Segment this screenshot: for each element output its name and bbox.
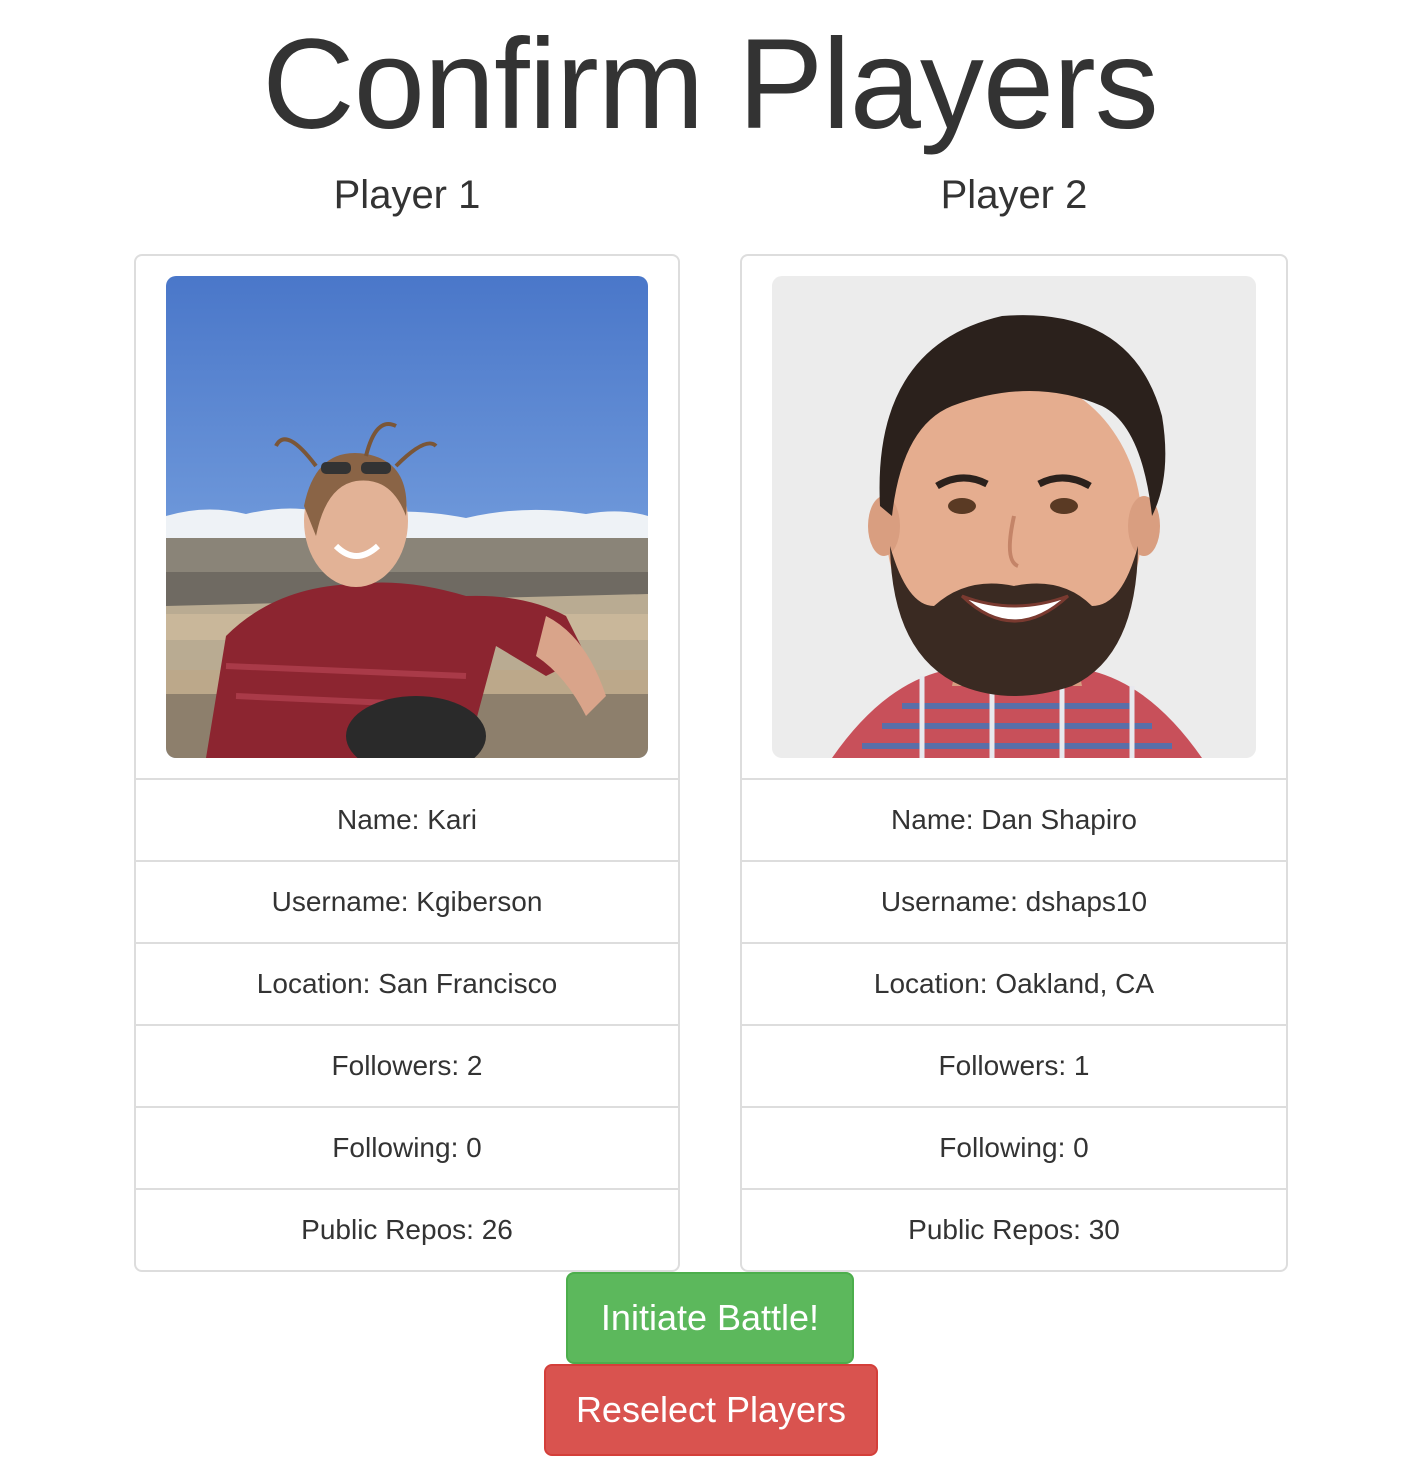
avatar-container: [136, 256, 678, 780]
player-2-avatar: [772, 276, 1256, 758]
player-1-followers: Followers: 2: [136, 1026, 678, 1108]
avatar-container: [742, 256, 1286, 780]
player-1-username: Username: Kgiberson: [136, 862, 678, 944]
player-2-name: Name: Dan Shapiro: [742, 780, 1286, 862]
player-1-public-repos: Public Repos: 26: [301, 1214, 513, 1245]
player-1-following: Following: 0: [136, 1108, 678, 1190]
player-2-username: Username: dshaps10: [742, 862, 1286, 944]
player-2-location: Location: Oakland, CA: [742, 944, 1286, 1026]
player-2-following: Following: 0: [742, 1108, 1286, 1190]
player-1-heading: Player 1: [333, 173, 481, 217]
confirm-players-page: Confirm Players Player 1 Player 2 Name: …: [0, 0, 1420, 1480]
player-1-card: Name: Kari Username: Kgiberson Location:…: [134, 254, 680, 1272]
page-title: Confirm Players: [262, 13, 1158, 156]
player-2-card: Name: Dan Shapiro Username: dshaps10 Loc…: [740, 254, 1288, 1272]
reselect-players-button[interactable]: Reselect Players: [544, 1364, 878, 1456]
player-1-avatar: [166, 276, 648, 758]
player-2-followers: Followers: 1: [742, 1026, 1286, 1108]
player-1-location: Location: San Francisco: [136, 944, 678, 1026]
player-2-public-repos: Public Repos: 30: [908, 1214, 1120, 1245]
initiate-battle-button[interactable]: Initiate Battle!: [566, 1272, 854, 1364]
player-2-heading: Player 2: [940, 173, 1088, 217]
player-1-name: Name: Kari: [136, 780, 678, 862]
